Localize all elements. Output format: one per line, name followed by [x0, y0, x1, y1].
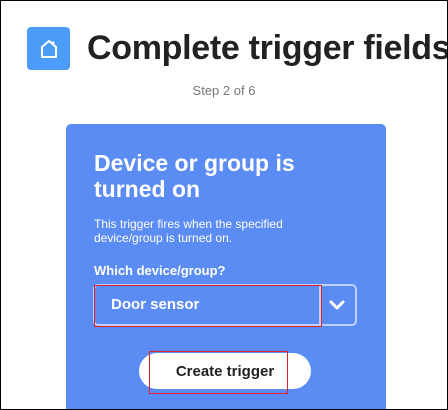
home-icon — [40, 39, 57, 58]
page-frame: Complete trigger fields Step 2 of 6 Devi… — [0, 0, 448, 410]
device-field-label: Which device/group? — [94, 263, 226, 278]
step-indicator: Step 2 of 6 — [192, 83, 256, 98]
button-highlight-box — [149, 351, 288, 394]
trigger-description: This trigger fires when the specified de… — [94, 217, 283, 245]
chevron-down-icon[interactable] — [327, 295, 347, 315]
page-title: Complete trigger fields — [87, 29, 448, 67]
app-icon — [27, 27, 70, 70]
select-highlight-box — [94, 285, 322, 327]
trigger-title: Device or group is turned on — [94, 150, 295, 202]
